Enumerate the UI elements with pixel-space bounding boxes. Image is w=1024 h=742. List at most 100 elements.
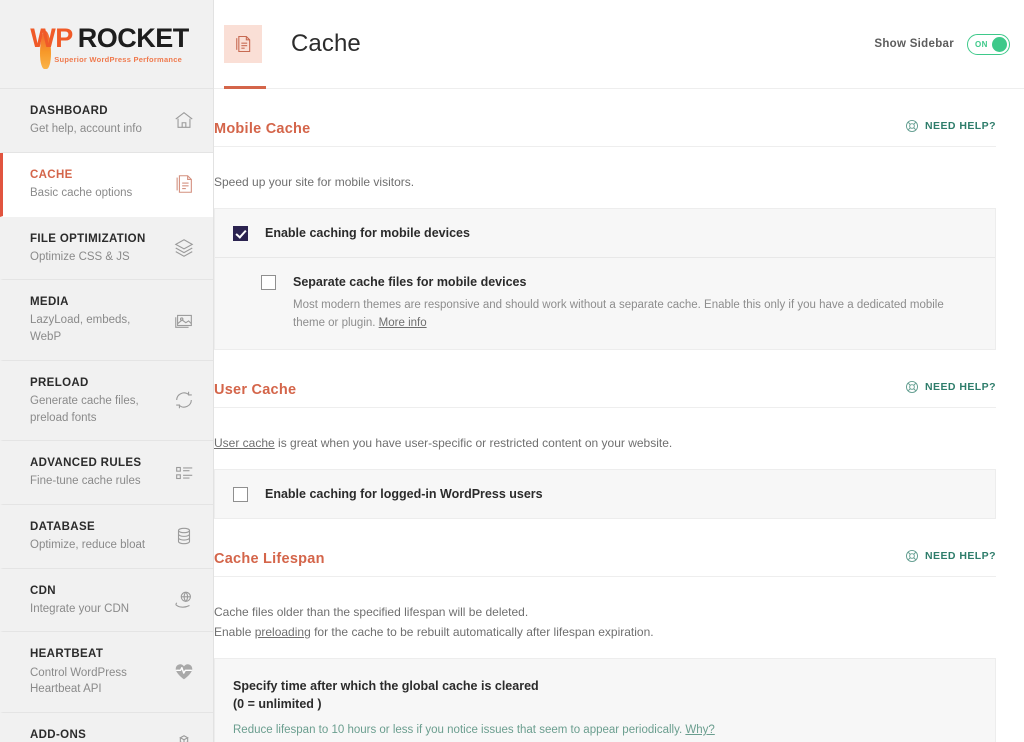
checkbox-enable-mobile-caching[interactable] <box>233 225 248 241</box>
cache-lifespan-card: Specify time after which the global cach… <box>214 657 996 742</box>
lifespan-field-title-line2: (0 = unlimited ) <box>233 697 322 712</box>
document-icon <box>224 25 262 63</box>
section-mobile-cache: Mobile Cache NEED HELP? Speed up your si… <box>214 89 1010 350</box>
user-cache-card: Enable caching for logged-in WordPress u… <box>214 468 996 519</box>
sidebar-item-preload[interactable]: PRELOAD Generate cache files, preload fo… <box>0 361 213 442</box>
layers-icon <box>173 237 195 259</box>
sidebar-item-title: MEDIA <box>30 296 69 309</box>
lifespan-hint-text: Reduce lifespan to 10 hours or less if y… <box>233 724 683 737</box>
mobile-cache-card: Enable caching for mobile devices Separa… <box>214 207 996 350</box>
sidebar-item-title: ADVANCED RULES <box>30 457 142 470</box>
section-title: User Cache <box>214 381 297 398</box>
app-root: WP ROCKET Superior WordPress Performance … <box>0 0 1024 742</box>
refresh-icon <box>173 389 195 411</box>
sidebar-item-subtitle: Get help, account info <box>30 123 142 136</box>
sidebar-item-heartbeat[interactable]: HEARTBEAT Control WordPress Heartbeat AP… <box>0 632 213 713</box>
user-cache-link[interactable]: User cache <box>214 436 275 450</box>
need-help-label: NEED HELP? <box>924 549 996 562</box>
need-help-link[interactable]: NEED HELP? <box>905 119 996 133</box>
heart-pulse-icon <box>173 661 195 683</box>
lifebuoy-icon <box>905 119 919 133</box>
sidebar-item-add-ons[interactable]: ADD-ONS Add more features <box>0 713 213 742</box>
sidebar-item-cdn[interactable]: CDN Integrate your CDN <box>0 569 213 633</box>
sidebar-item-cache[interactable]: CACHE Basic cache options <box>0 152 213 217</box>
main-content: Cache Show Sidebar ON Mobile Cache NEED … <box>214 0 1024 742</box>
database-icon <box>173 525 195 547</box>
sidebar-item-subtitle: Optimize, reduce bloat <box>30 539 146 552</box>
sidebar-item-subtitle: Generate cache files, preload fonts <box>30 394 139 424</box>
option-label: Enable caching for mobile devices <box>265 225 470 240</box>
sidebar-item-title: CACHE <box>30 168 73 181</box>
sidebar-nav: DASHBOARD Get help, account info CACHE B… <box>0 88 213 742</box>
cloud-icon <box>173 589 195 611</box>
need-help-link[interactable]: NEED HELP? <box>905 380 996 394</box>
lifespan-field-title-line1: Specify time after which the global cach… <box>233 678 539 693</box>
sidebar-item-title: ADD-ONS <box>30 728 87 741</box>
sidebar-item-advanced-rules[interactable]: ADVANCED RULES Fine-tune cache rules <box>0 441 213 505</box>
preloading-link[interactable]: preloading <box>255 625 311 639</box>
more-info-link[interactable]: More info <box>379 317 427 329</box>
home-icon <box>173 109 195 131</box>
settings-content: Mobile Cache NEED HELP? Speed up your si… <box>214 89 1024 742</box>
sidebar-item-title: HEARTBEAT <box>30 648 104 661</box>
toggle-knob <box>992 36 1007 52</box>
lifespan-description-line2-post: for the cache to be rebuilt automaticall… <box>310 624 654 639</box>
sidebar-item-database[interactable]: DATABASE Optimize, reduce bloat <box>0 505 213 569</box>
sidebar-item-title: DATABASE <box>30 520 95 533</box>
sidebar-item-subtitle: LazyLoad, embeds, WebP <box>30 314 131 344</box>
sidebar-item-subtitle: Optimize CSS & JS <box>30 250 130 263</box>
sidebar-item-subtitle: Fine-tune cache rules <box>30 475 141 488</box>
section-description: Cache files older than the specified lif… <box>214 589 996 643</box>
section-cache-lifespan: Cache Lifespan NEED HELP? Cache files ol… <box>214 519 1010 742</box>
logo-wp-text: WP <box>30 22 73 53</box>
option-enable-mobile-caching[interactable]: Enable caching for mobile devices <box>215 209 995 257</box>
option-label: Enable caching for logged-in WordPress u… <box>265 486 543 501</box>
sidebar: WP ROCKET Superior WordPress Performance … <box>0 0 214 742</box>
option-description: Most modern themes are responsive and sh… <box>293 297 977 333</box>
option-separate-cache-files[interactable]: Separate cache files for mobile devices … <box>215 257 995 349</box>
option-enable-logged-in-caching[interactable]: Enable caching for logged-in WordPress u… <box>215 470 995 518</box>
need-help-link[interactable]: NEED HELP? <box>905 549 996 563</box>
need-help-label: NEED HELP? <box>924 120 996 132</box>
logo-rocket-text: ROCKET <box>77 22 190 53</box>
lifespan-description-line2-pre: Enable <box>214 624 255 639</box>
sidebar-item-file-optimization[interactable]: FILE OPTIMIZATION Optimize CSS & JS <box>0 217 213 281</box>
cubes-icon <box>173 733 195 742</box>
show-sidebar-label: Show Sidebar <box>874 38 954 50</box>
lifebuoy-icon <box>905 380 919 394</box>
page-header: Cache Show Sidebar ON <box>214 0 1024 89</box>
show-sidebar-toggle[interactable]: ON <box>967 33 1010 55</box>
sidebar-item-title: CDN <box>30 584 56 597</box>
need-help-label: NEED HELP? <box>924 380 996 393</box>
lifespan-description-line1: Cache files older than the specified lif… <box>214 604 529 619</box>
active-tab-underline <box>224 86 266 89</box>
sidebar-item-title: FILE OPTIMIZATION <box>30 232 146 245</box>
image-icon <box>173 309 195 331</box>
logo-tagline: Superior WordPress Performance <box>54 54 183 64</box>
section-user-cache: User Cache NEED HELP? User cache is grea… <box>214 350 1010 519</box>
section-description: Speed up your site for mobile visitors. <box>214 175 415 189</box>
sidebar-item-subtitle: Control WordPress Heartbeat API <box>30 666 127 696</box>
sidebar-item-dashboard[interactable]: DASHBOARD Get help, account info <box>0 89 213 153</box>
section-title: Cache Lifespan <box>214 550 325 567</box>
lifebuoy-icon <box>905 549 919 563</box>
checkbox-separate-cache-files[interactable] <box>261 275 276 291</box>
wp-rocket-logo: WP ROCKET Superior WordPress Performance <box>0 0 213 88</box>
list-icon <box>173 462 195 484</box>
sidebar-item-subtitle: Basic cache options <box>30 186 133 199</box>
sidebar-item-subtitle: Integrate your CDN <box>30 602 130 615</box>
section-description: User cache is great when you have user-s… <box>214 420 996 454</box>
sidebar-item-media[interactable]: MEDIA LazyLoad, embeds, WebP <box>0 280 213 361</box>
toggle-state-label: ON <box>975 39 988 49</box>
option-label: Separate cache files for mobile devices <box>293 275 527 290</box>
page-title: Cache <box>291 30 361 57</box>
sidebar-item-title: DASHBOARD <box>30 105 108 117</box>
sidebar-item-title: PRELOAD <box>30 376 89 389</box>
section-title: Mobile Cache <box>214 121 311 137</box>
document-icon <box>173 173 195 195</box>
why-link[interactable]: Why? <box>685 724 714 736</box>
section-description-text: is great when you have user-specific or … <box>274 435 673 450</box>
checkbox-enable-logged-in-caching[interactable] <box>233 486 248 502</box>
lifespan-field-title: Specify time after which the global cach… <box>233 677 977 715</box>
lifespan-hint: Reduce lifespan to 10 hours or less if y… <box>233 722 977 739</box>
